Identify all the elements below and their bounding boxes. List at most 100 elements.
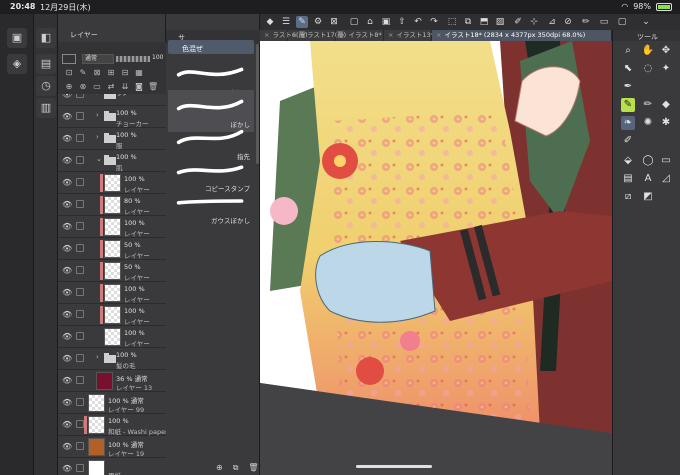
new-vector-icon[interactable]: ⊗ xyxy=(78,82,88,92)
fill-bucket-icon[interactable]: ⬙ xyxy=(621,154,635,168)
visibility-eye-icon[interactable]: 👁 xyxy=(62,310,72,319)
layer-select-checkbox[interactable] xyxy=(76,134,84,142)
open-icon[interactable]: ⌂ xyxy=(364,16,376,28)
layer-row[interactable]: 👁 100 % 和紙 - Washi paper xyxy=(58,414,166,436)
brush-icon[interactable]: ✐ xyxy=(621,134,635,148)
layer-select-checkbox[interactable] xyxy=(76,244,84,252)
visibility-eye-icon[interactable]: 👁 xyxy=(62,94,72,99)
layer-row[interactable]: 👁 100 % レイヤー xyxy=(58,216,166,238)
document-tab[interactable]: × イラスト8* xyxy=(336,30,384,41)
folder-expand-chevron-icon[interactable]: › xyxy=(96,94,99,97)
horizontal-scrollbar[interactable] xyxy=(356,465,432,468)
layer-select-checkbox[interactable] xyxy=(76,266,84,274)
layers-properties-icon[interactable]: ◈ xyxy=(7,54,27,74)
layer-select-checkbox[interactable] xyxy=(76,354,84,362)
edit-pen-icon[interactable]: ✏ xyxy=(580,16,592,28)
new-layer-icon[interactable]: ⊕ xyxy=(64,82,74,92)
close-tab-icon[interactable]: × xyxy=(340,31,345,39)
trash-icon[interactable]: 🗑 xyxy=(248,463,258,473)
layer-select-checkbox[interactable] xyxy=(76,442,84,450)
opacity-value[interactable]: 100 xyxy=(152,54,163,61)
clear-icon[interactable]: ⊠ xyxy=(328,16,340,28)
layer-row[interactable]: 👁 › 100 % 髪の毛 xyxy=(58,348,166,370)
document-tab[interactable]: × ラスト6(覆) xyxy=(260,30,308,41)
layer-row[interactable]: 👁 50 % レイヤー xyxy=(58,260,166,282)
sub-tool-scrollbar[interactable] xyxy=(256,44,259,164)
visibility-eye-icon[interactable]: 👁 xyxy=(62,222,72,231)
eyedropper-icon[interactable]: ✒ xyxy=(621,80,635,94)
layer-select-checkbox[interactable] xyxy=(76,332,84,340)
object-select-icon[interactable]: ⬉ xyxy=(621,62,635,76)
sub-tool-group-label[interactable]: 色混ぜ xyxy=(182,44,203,54)
transfer-icon[interactable]: ⇄ xyxy=(106,82,116,92)
layer-select-checkbox[interactable] xyxy=(76,288,84,296)
lock-alpha-icon[interactable]: ⊞ xyxy=(106,68,116,78)
undo-icon[interactable]: ↶ xyxy=(412,16,424,28)
save-icon[interactable]: ▣ xyxy=(380,16,392,28)
pencil-icon[interactable]: ✏ xyxy=(641,98,655,112)
layer-row[interactable]: 👁 80 % レイヤー xyxy=(58,194,166,216)
palette-color-icon[interactable]: ▦ xyxy=(134,68,144,78)
layer-row[interactable]: 👁 50 % レイヤー xyxy=(58,238,166,260)
layer-select-checkbox[interactable] xyxy=(76,222,84,230)
folder-expand-chevron-icon[interactable]: › xyxy=(96,133,99,141)
layer-row[interactable]: 👁 用紙 xyxy=(58,458,166,475)
close-tab-icon[interactable]: × xyxy=(292,31,297,39)
reference-icon[interactable]: ✎ xyxy=(78,68,88,78)
layer-row[interactable]: 👁 › 100 % チョーカー xyxy=(58,106,166,128)
ruler-tool-icon[interactable]: ⧄ xyxy=(621,190,635,204)
layer-row[interactable]: 👁 100 % レイヤー xyxy=(58,172,166,194)
layer-row[interactable]: 👁 100 % 通常 レイヤー 19 xyxy=(58,436,166,458)
layer-row[interactable]: 👁 100 % レイヤー xyxy=(58,304,166,326)
document-tab[interactable]: × イラスト18* (2834 x 4377px 350dpi 68.0%) xyxy=(432,30,612,41)
new-file-icon[interactable]: ▢ xyxy=(348,16,360,28)
layer-row[interactable]: 👁 36 % 通常 レイヤー 13 xyxy=(58,370,166,392)
color-swatch-icon[interactable]: ◩ xyxy=(641,190,655,204)
visibility-eye-icon[interactable]: 👁 xyxy=(62,178,72,187)
blend-tool-icon[interactable]: ❧ xyxy=(621,116,635,130)
navigator-icon[interactable]: ▤ xyxy=(36,54,56,74)
select-area-icon[interactable]: ⬚ xyxy=(446,16,458,28)
visibility-eye-icon[interactable]: 👁 xyxy=(62,442,72,451)
balloon-icon[interactable]: ◿ xyxy=(659,172,673,186)
hand-icon[interactable]: ✋ xyxy=(641,44,655,58)
layer-select-checkbox[interactable] xyxy=(76,398,84,406)
pen-pressure-icon[interactable]: ✐ xyxy=(512,16,524,28)
layer-select-checkbox[interactable] xyxy=(76,156,84,164)
layer-row[interactable]: 👁 100 % 通常 レイヤー 99 xyxy=(58,392,166,414)
brush-item[interactable]: ガウスぼかし xyxy=(168,186,254,228)
material-icon[interactable]: ▥ xyxy=(36,98,56,118)
visibility-eye-icon[interactable]: 👁 xyxy=(62,354,72,363)
layer-select-checkbox[interactable] xyxy=(76,200,84,208)
visibility-eye-icon[interactable]: 👁 xyxy=(62,398,72,407)
layer-select-checkbox[interactable] xyxy=(76,420,84,428)
visibility-eye-icon[interactable]: 👁 xyxy=(62,464,72,473)
close-tab-icon[interactable]: × xyxy=(436,31,441,39)
settings-icon[interactable]: ⚙ xyxy=(312,16,324,28)
mask-icon[interactable]: ⊟ xyxy=(120,68,130,78)
export-icon[interactable]: ⇧ xyxy=(396,16,408,28)
edit-mode-icon[interactable]: ✎ xyxy=(296,16,308,28)
snap-icon[interactable]: ⊹ xyxy=(528,16,540,28)
lock-icon[interactable]: ⊠ xyxy=(92,68,102,78)
blend-mode-select[interactable]: 通常 xyxy=(82,54,114,64)
visibility-eye-icon[interactable]: 👁 xyxy=(62,200,72,209)
layer-select-checkbox[interactable] xyxy=(76,178,84,186)
visibility-eye-icon[interactable]: 👁 xyxy=(62,266,72,275)
pen-tool-icon[interactable]: ✎ xyxy=(621,98,635,112)
visibility-eye-icon[interactable]: 👁 xyxy=(62,332,72,341)
folder-expand-chevron-icon[interactable]: › xyxy=(96,111,99,119)
airbrush-icon[interactable]: ✺ xyxy=(641,116,655,130)
layer-panel-tab[interactable]: レイヤー xyxy=(70,30,98,40)
layer-select-checkbox[interactable] xyxy=(76,94,84,98)
transform-icon[interactable]: ⧉ xyxy=(462,16,474,28)
eraser-shortcut-icon[interactable]: ◆ xyxy=(264,16,276,28)
add-icon[interactable]: ⊕ xyxy=(216,463,223,473)
layer-select-checkbox[interactable] xyxy=(76,112,84,120)
perspective-icon[interactable]: ⊘ xyxy=(562,16,574,28)
history-icon[interactable]: ◷ xyxy=(36,76,56,96)
folder-expand-chevron-icon[interactable]: › xyxy=(96,353,99,361)
canvas-area[interactable] xyxy=(260,41,612,475)
expand-icon[interactable]: ▢ xyxy=(616,16,628,28)
layer-type-icon[interactable] xyxy=(62,54,76,64)
